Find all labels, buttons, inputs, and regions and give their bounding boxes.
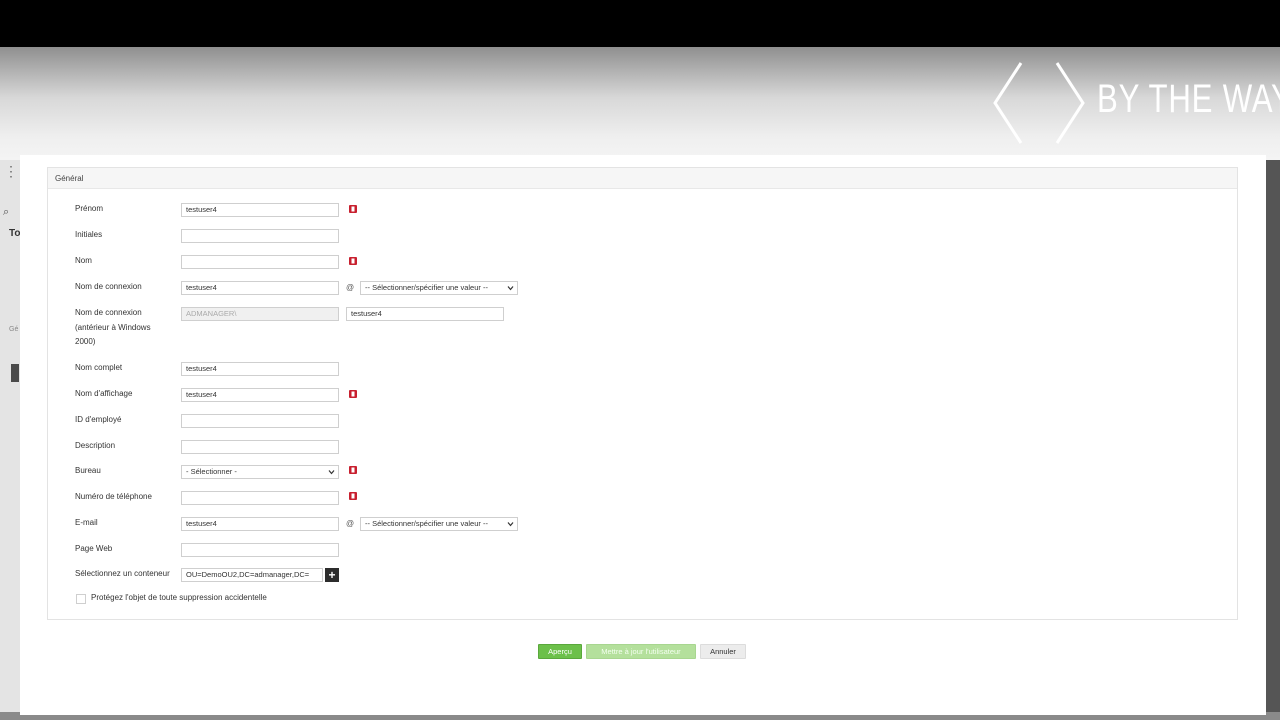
web-page-label: Page Web: [75, 544, 113, 553]
full-name-input[interactable]: testuser4: [181, 362, 339, 376]
description-label: Description: [75, 441, 116, 450]
background-selection-bar: [11, 364, 19, 382]
employee-id-label: ID d'employé: [75, 415, 122, 424]
office-sync-icon[interactable]: [348, 491, 358, 501]
email-label: E-mail: [75, 518, 98, 527]
office-sync-icon[interactable]: [348, 204, 358, 214]
update-user-button[interactable]: Mettre à jour l'utilisateur: [586, 644, 696, 659]
pre2000-label-line3: 2000): [75, 337, 96, 346]
office-select-value: - Sélectionner -: [186, 467, 237, 476]
display-name-input[interactable]: testuser4: [181, 388, 339, 402]
nom-label: Nom: [75, 256, 92, 265]
apps-grid-icon: ⋮⋮: [4, 163, 32, 179]
logon-name-label: Nom de connexion: [75, 282, 142, 291]
phone-label: Numéro de téléphone: [75, 492, 152, 501]
description-input[interactable]: [181, 440, 339, 454]
initiales-input[interactable]: [181, 229, 339, 243]
background-app-sidebar: ⋮⋮ ⌕ To Gé: [0, 160, 32, 712]
chevron-down-icon: [507, 286, 514, 291]
email-domain-select[interactable]: -- Sélectionner/spécifier une valeur --: [360, 517, 518, 531]
web-page-input[interactable]: [181, 543, 339, 557]
brand-chevrons-icon: [993, 62, 1085, 144]
container-input[interactable]: OU=DemoOU2,DC=admanager,DC=: [181, 568, 323, 582]
search-icon: ⌕: [3, 206, 10, 218]
pre2000-label-line2: (antérieur à Windows: [75, 322, 151, 332]
preview-button[interactable]: Aperçu: [538, 644, 582, 659]
pre2000-logon-input[interactable]: testuser4: [346, 307, 504, 321]
logon-name-input[interactable]: testuser4: [181, 281, 339, 295]
add-container-button[interactable]: +: [325, 568, 339, 582]
create-user-dialog: Général Prénom testuser4 Initiales Nom N…: [20, 155, 1266, 715]
office-select[interactable]: - Sélectionner -: [181, 465, 339, 479]
prenom-label: Prénom: [75, 204, 104, 213]
office-label: Bureau: [75, 466, 101, 475]
protect-checkbox[interactable]: [76, 594, 86, 604]
phone-input[interactable]: [181, 491, 339, 505]
container-label: Sélectionnez un conteneur: [75, 569, 170, 578]
brand-text: BY THE WAY: [1097, 77, 1280, 121]
office-sync-icon[interactable]: [348, 465, 358, 475]
display-name-label: Nom d'affichage: [75, 389, 133, 398]
video-letterbox-top: [0, 0, 1280, 47]
nom-input[interactable]: [181, 255, 339, 269]
email-input[interactable]: testuser4: [181, 517, 339, 531]
at-sign: @: [346, 519, 355, 528]
section-header: Général: [48, 168, 1237, 189]
background-text: To: [9, 228, 21, 239]
office-sync-icon[interactable]: [348, 256, 358, 266]
pre2000-label-line1: Nom de connexion: [75, 308, 142, 317]
logon-domain-select-value: -- Sélectionner/spécifier une valeur --: [365, 283, 488, 292]
office-sync-icon[interactable]: [348, 389, 358, 399]
chevron-down-icon: [507, 522, 514, 527]
background-right-edge: [1266, 160, 1280, 712]
pre2000-logon-label: Nom de connexion (antérieur à Windows 20…: [75, 306, 151, 350]
logon-domain-select[interactable]: -- Sélectionner/spécifier une valeur --: [360, 281, 518, 295]
cancel-button[interactable]: Annuler: [700, 644, 746, 659]
chevron-down-icon: [328, 470, 335, 475]
email-domain-select-value: -- Sélectionner/spécifier une valeur --: [365, 519, 488, 528]
full-name-label: Nom complet: [75, 363, 123, 372]
employee-id-input[interactable]: [181, 414, 339, 428]
section-title: Général: [55, 174, 84, 183]
watermark-logo: BY THE WAY: [985, 55, 1280, 150]
prenom-input[interactable]: testuser4: [181, 203, 339, 217]
general-section: Général Prénom testuser4 Initiales Nom N…: [47, 167, 1238, 620]
pre2000-domain-prefix: ADMANAGER\: [181, 307, 339, 321]
initiales-label: Initiales: [75, 230, 103, 239]
protect-label: Protégez l'objet de toute suppression ac…: [91, 593, 267, 602]
at-sign: @: [346, 283, 355, 292]
background-text-small: Gé: [9, 326, 19, 333]
